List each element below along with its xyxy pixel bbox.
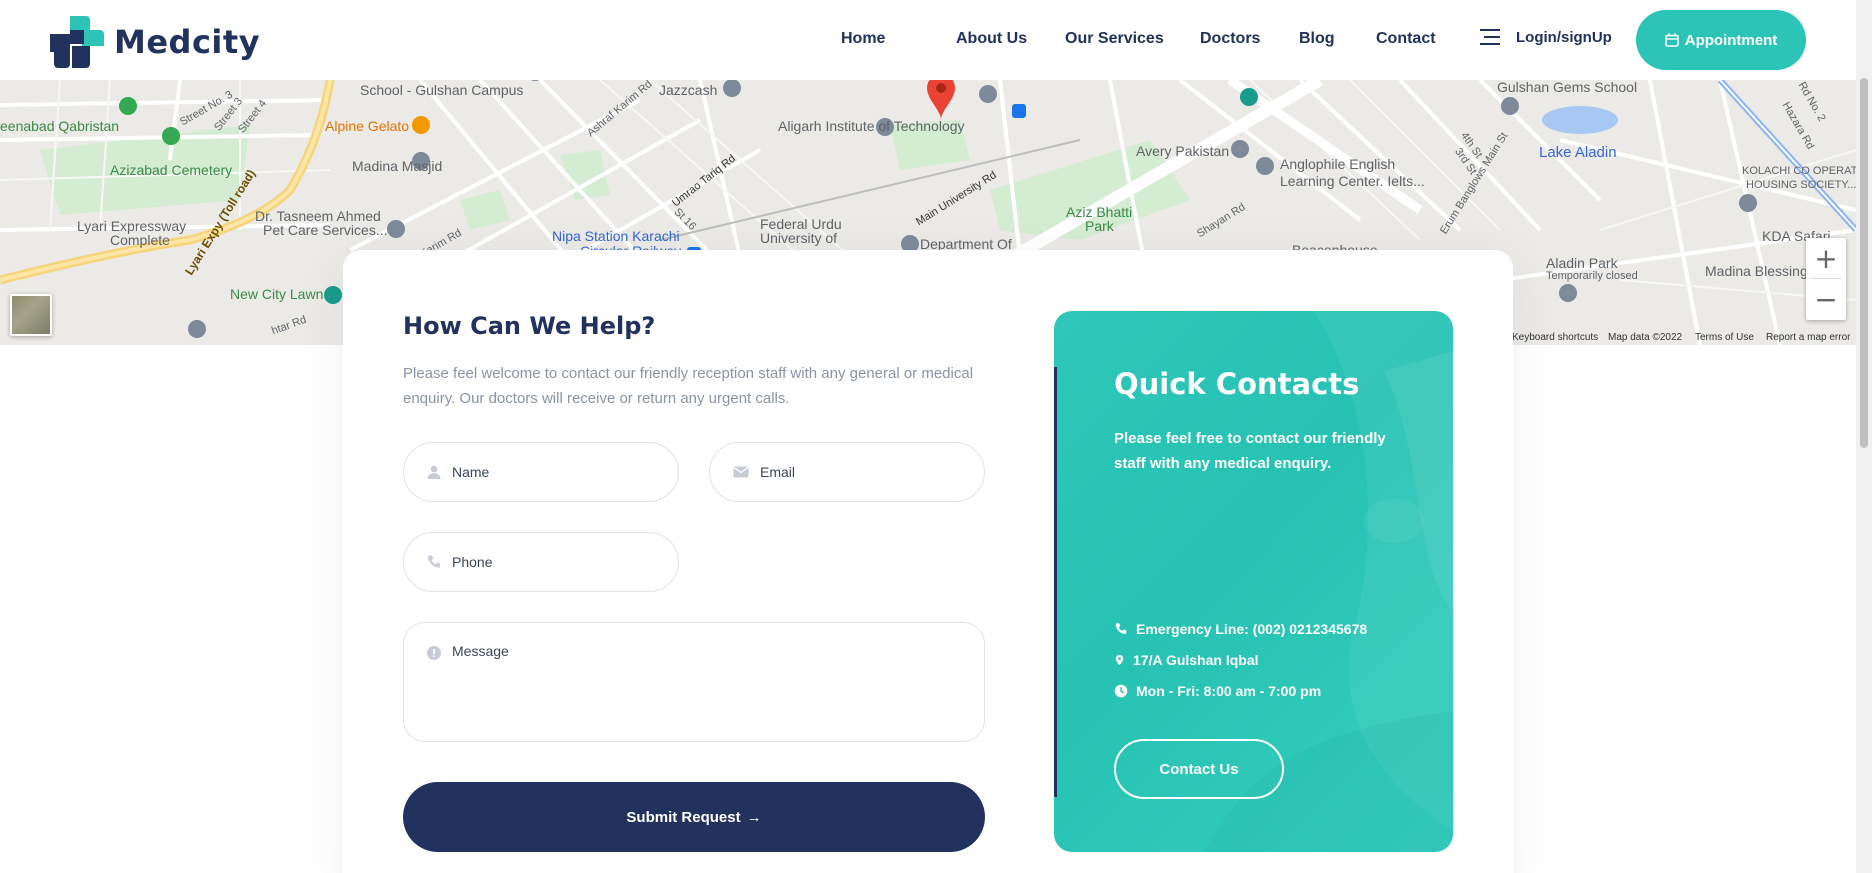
map-place-label: Madina Blessing [1705, 263, 1808, 279]
submit-request-button[interactable]: Submit Request → [403, 782, 985, 852]
map-place-label: Madina Masjid [352, 158, 443, 174]
map-place-label: Gulshan Gems School [1497, 80, 1638, 95]
map-place-label: Avery Pakistan [1136, 143, 1230, 159]
email-placeholder: Email [760, 464, 796, 480]
appointment-button[interactable]: Appointment [1636, 10, 1806, 70]
map-place-label: Aligarh Institute of Technology [778, 118, 965, 134]
info-circle-icon [427, 646, 441, 660]
page-scrollbar[interactable] [1856, 0, 1872, 873]
help-title: How Can We Help? [403, 312, 656, 340]
appointment-label: Appointment [1684, 31, 1778, 49]
user-icon [427, 465, 441, 479]
email-field[interactable]: Email [709, 442, 985, 502]
envelope-icon [733, 466, 749, 478]
terms-of-use-link[interactable]: Terms of Use [1695, 332, 1754, 343]
map-place-label: Aladin Park [1546, 255, 1618, 271]
phone-field[interactable]: Phone [403, 532, 679, 592]
message-placeholder: Message [452, 643, 509, 659]
login-signup-link[interactable]: Login/signUp [1480, 28, 1612, 46]
map-place-label: KOLACHI CO OPERATI [1742, 165, 1856, 177]
message-field[interactable]: Message [403, 622, 985, 742]
keyboard-shortcuts-link[interactable]: Keyboard shortcuts [1512, 332, 1598, 343]
map-data-attribution: Map data ©2022 [1608, 332, 1683, 343]
menu-lines-icon [1480, 29, 1500, 45]
address-text: 17/A Gulshan Iqbal [1133, 652, 1259, 668]
report-map-error-link[interactable]: Report a map error [1766, 332, 1850, 343]
map-place-label: Nipa Station Karachi [552, 228, 680, 244]
map-place-label: Pet Care Services... [263, 222, 388, 238]
hours-text: Mon - Fri: 8:00 am - 7:00 pm [1136, 683, 1322, 699]
location-pin-icon [1115, 654, 1124, 666]
map-zoom-controls: + − [1806, 238, 1846, 320]
map-place-label: Lake Aladin [1539, 144, 1617, 161]
quick-contacts-panel: Quick Contacts Please feel free to conta… [1054, 311, 1453, 852]
nav-about-us[interactable]: About Us [956, 30, 1027, 48]
map-place-label: eenabad Qabristan [0, 118, 120, 134]
map-place-label: Complete [110, 232, 170, 248]
nav-contact[interactable]: Contact [1376, 30, 1436, 48]
emergency-text: Emergency Line: (002) 0212345678 [1136, 621, 1368, 637]
map-place-label: Jazzcash [659, 82, 718, 98]
map-place-label: Anglophile English [1280, 156, 1396, 172]
satellite-view-toggle[interactable] [10, 294, 52, 336]
emergency-line: Emergency Line: (002) 0212345678 [1114, 621, 1367, 637]
zoom-out-button[interactable]: − [1806, 279, 1846, 319]
map-place-label: University of [760, 230, 838, 246]
phone-icon [427, 555, 441, 568]
page: Medcity Home About Us Our Services Docto… [0, 0, 1872, 873]
help-description: Please feel welcome to contact our frien… [403, 365, 974, 407]
address-line: 17/A Gulshan Iqbal [1114, 652, 1259, 668]
contact-card: How Can We Help? Please feel welcome to … [343, 250, 1513, 873]
name-placeholder: Name [452, 464, 490, 480]
arrow-right-icon: → [746, 808, 762, 826]
map-place-label: HOUSING SOCIETY... [1746, 179, 1856, 191]
map-place-label: Temporarily closed [1546, 270, 1638, 282]
map-place-label: Azizabad Cemetery [110, 162, 233, 178]
quick-contacts-title: Quick Contacts [1114, 367, 1360, 401]
map-place-label: Park [1085, 218, 1114, 234]
nav-our-services[interactable]: Our Services [1065, 30, 1164, 48]
map-place-label: School - Gulshan Campus [360, 82, 524, 98]
nav-blog[interactable]: Blog [1299, 30, 1335, 48]
zoom-in-button[interactable]: + [1806, 238, 1846, 278]
quick-contacts-description: Please feel free to contact our friendly… [1114, 430, 1386, 472]
map-place-label: Alpine Gelato [325, 118, 410, 134]
map-place-label: New City Lawn [230, 286, 324, 302]
clock-icon [1114, 684, 1128, 698]
site-header: Medcity Home About Us Our Services Docto… [0, 0, 1856, 80]
accent-bar [1054, 367, 1057, 797]
name-field[interactable]: Name [403, 442, 679, 502]
phone-icon [1115, 623, 1127, 634]
submit-label: Submit Request [626, 808, 741, 826]
scrollbar-thumb[interactable] [1860, 78, 1868, 448]
phone-placeholder: Phone [452, 554, 493, 570]
nav-home[interactable]: Home [841, 30, 885, 48]
calendar-icon [1664, 33, 1679, 47]
nav-doctors[interactable]: Doctors [1200, 30, 1260, 48]
map-place-label: Learning Center. Ielts... [1280, 173, 1425, 189]
contact-us-button[interactable]: Contact Us [1114, 739, 1284, 799]
login-signup-label: Login/signUp [1516, 28, 1612, 46]
hours-line: Mon - Fri: 8:00 am - 7:00 pm [1114, 683, 1321, 699]
